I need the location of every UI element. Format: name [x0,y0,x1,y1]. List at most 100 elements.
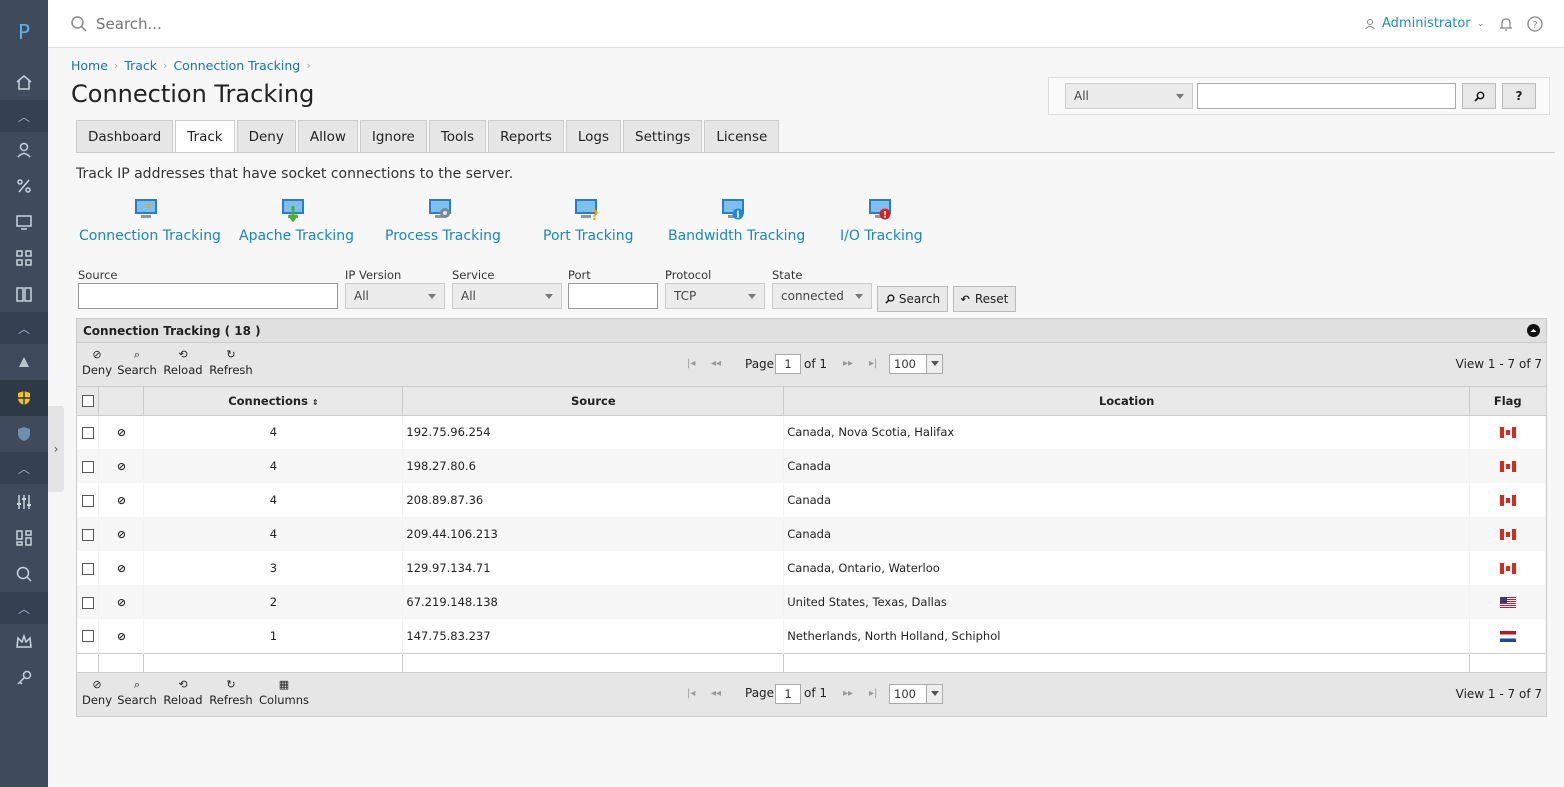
crown-icon[interactable] [0,624,48,660]
tab-logs[interactable]: Logs [565,120,622,152]
tab-reports[interactable]: Reports [488,120,564,152]
quick-search-input[interactable] [1197,83,1456,109]
help-icon[interactable]: ? [1526,15,1544,33]
refresh-button[interactable]: ↻ Refresh [209,677,253,707]
table-row[interactable]: ⊘ 2 67.219.148.138 United States, Texas, Da… [77,585,1546,619]
select-all-checkbox[interactable] [81,395,94,408]
deny-icon[interactable]: ⊘ [117,630,126,643]
col-connections[interactable]: Connections ⇕ [143,387,404,416]
collapse-grid-icon[interactable] [1527,324,1540,337]
quick-search-help-button[interactable]: ? [1502,83,1536,109]
row-checkbox[interactable] [81,494,94,507]
deny-icon[interactable]: ⊘ [117,426,126,439]
row-checkbox[interactable] [81,596,94,609]
tab-allow[interactable]: Allow [297,120,358,152]
app-logo[interactable]: P [0,0,48,64]
filter-search-button[interactable]: Search [877,286,948,312]
table-row[interactable]: ⊘ 4 192.75.96.254 Canada, Nova Scotia, Hali… [77,415,1546,449]
service-select[interactable]: All [452,283,562,309]
quick-search-button[interactable] [1462,83,1496,109]
key-icon[interactable] [0,660,48,696]
tab-settings[interactable]: Settings [623,120,703,152]
deny-icon[interactable]: ⊘ [117,528,126,541]
rows-per-page-select[interactable]: 100 [889,354,943,374]
row-checkbox[interactable] [81,460,94,473]
reload-button[interactable]: ⟲ Reload [163,347,203,377]
prev-page-icon[interactable]: ◂◂ [711,358,721,369]
col-source[interactable]: Source [402,387,785,416]
deny-icon[interactable]: ⊘ [117,460,126,473]
shield-alt-icon[interactable] [0,416,48,452]
row-checkbox[interactable] [81,630,94,643]
search-stats-icon[interactable] [0,556,48,592]
first-page-icon[interactable]: |◂ [687,358,695,369]
tab-deny[interactable]: Deny [236,120,296,152]
user-menu[interactable]: Administrator ⌄ [1364,16,1484,31]
notifications-icon[interactable] [1497,15,1515,33]
table-row[interactable]: ⊘ 4 208.89.87.36 Canada [77,483,1546,517]
dashboard-icon[interactable] [0,520,48,556]
columns-button[interactable]: ▦ Columns [259,677,309,707]
collapse-section-icon[interactable]: ︿ [0,592,48,624]
bandwidth-tracking-link[interactable]: i Bandwidth Tracking [668,196,805,244]
row-checkbox[interactable] [81,562,94,575]
tab-tools[interactable]: Tools [428,120,487,152]
grid-search-button[interactable]: ⌕ Search [117,347,157,377]
col-location[interactable]: Location [783,387,1470,416]
port-tracking-link[interactable]: ? Port Tracking [543,196,634,244]
sidebar-expand-icon[interactable]: › [48,406,64,492]
monitor-icon[interactable] [0,204,48,240]
apache-tracking-link[interactable]: Apache Tracking [239,196,354,244]
apps-icon[interactable] [0,240,48,276]
tab-ignore[interactable]: Ignore [359,120,427,152]
table-row[interactable]: ⊘ 3 129.97.134.71 Canada, Ontario, Waterloo [77,551,1546,585]
table-row[interactable]: ⊘ 4 198.27.80.6 Canada [77,449,1546,483]
filter-reset-button[interactable]: ↶ Reset [953,286,1016,312]
home-icon[interactable] [0,64,48,100]
table-row[interactable]: ⊘ 4 209.44.106.213 Canada [77,517,1546,551]
breadcrumb-connection-tracking[interactable]: Connection Tracking [173,58,300,73]
page-number-input[interactable]: 1 [775,684,801,704]
plugin-icon[interactable] [0,344,48,380]
last-page-icon[interactable]: ▸| [869,358,877,369]
percent-icon[interactable] [0,168,48,204]
state-select[interactable]: connected [772,283,872,309]
process-tracking-link[interactable]: Process Tracking [385,196,501,244]
io-tracking-link[interactable]: ! I/O Tracking [840,196,923,244]
tab-track[interactable]: Track [175,120,235,153]
refresh-button[interactable]: ↻ Refresh [209,347,253,377]
grid-search-button[interactable]: ⌕ Search [117,677,157,707]
global-search-input[interactable] [96,13,496,35]
book-icon[interactable] [0,276,48,312]
deny-button[interactable]: ⊘ Deny [81,677,113,707]
breadcrumb-track[interactable]: Track [124,58,157,73]
deny-icon[interactable]: ⊘ [117,562,126,575]
sliders-icon[interactable] [0,484,48,520]
prev-page-icon[interactable]: ◂◂ [711,688,721,699]
source-input[interactable] [78,283,338,309]
collapse-section-icon[interactable]: ︿ [0,452,48,484]
next-page-icon[interactable]: ▸▸ [843,358,853,369]
shield-icon[interactable] [0,380,48,416]
ip-version-select[interactable]: All [345,283,445,309]
protocol-select[interactable]: TCP [665,283,765,309]
last-page-icon[interactable]: ▸| [869,688,877,699]
table-row[interactable]: ⊘ 1 147.75.83.237 Netherlands, North Hollan… [77,619,1546,653]
deny-icon[interactable]: ⊘ [117,494,126,507]
first-page-icon[interactable]: |◂ [687,688,695,699]
rows-per-page-select[interactable]: 100 [889,684,943,704]
next-page-icon[interactable]: ▸▸ [843,688,853,699]
deny-icon[interactable]: ⊘ [117,596,126,609]
row-checkbox[interactable] [81,528,94,541]
breadcrumb-home[interactable]: Home [71,58,108,73]
tab-license[interactable]: License [704,120,780,152]
user-icon[interactable] [0,132,48,168]
reload-button[interactable]: ⟲ Reload [163,677,203,707]
collapse-section-icon[interactable]: ︿ [0,312,48,344]
deny-button[interactable]: ⊘ Deny [81,347,113,377]
quick-search-scope-select[interactable]: All [1065,83,1193,109]
row-checkbox[interactable] [81,426,94,439]
page-number-input[interactable]: 1 [775,354,801,374]
connection-tracking-link[interactable]: Connection Tracking [79,196,221,244]
port-input[interactable] [568,283,658,309]
